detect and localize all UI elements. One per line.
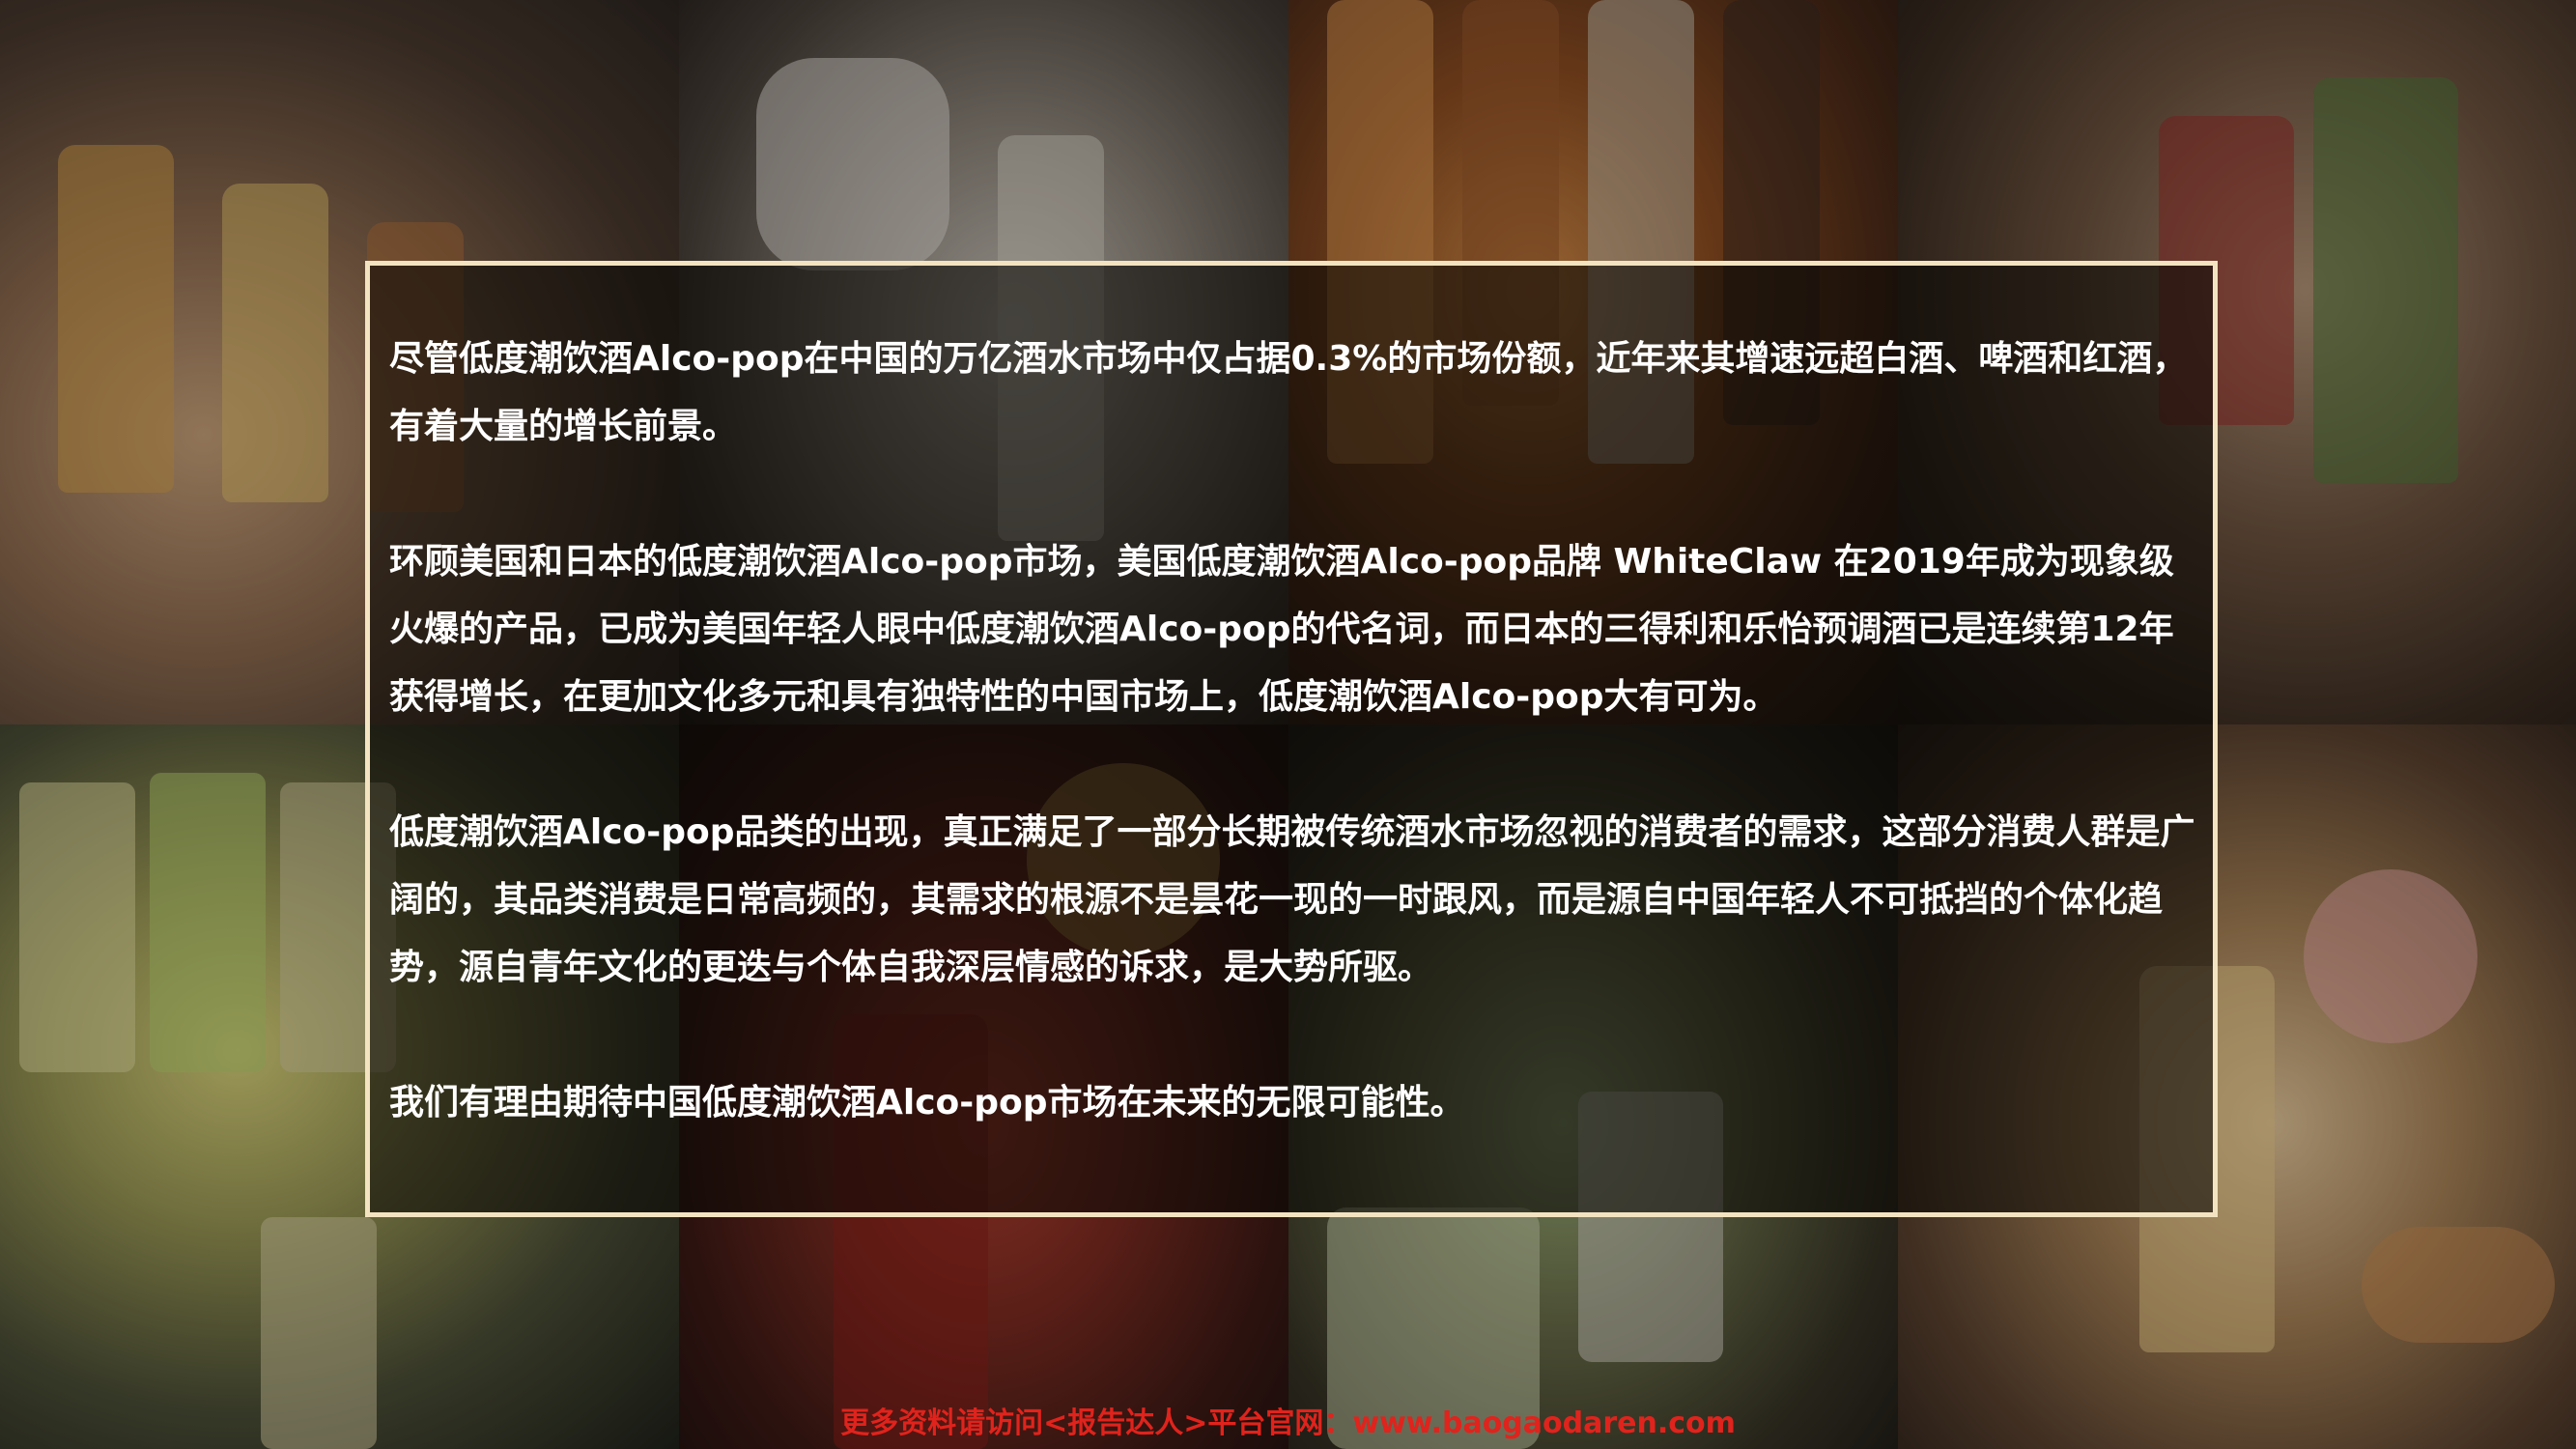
paragraph-consumer-demand: 低度潮饮酒Alco-pop品类的出现，真正满足了一部分长期被传统酒水市场忽视的消… — [389, 812, 2195, 987]
footer-source-link[interactable]: 更多资料请访问<报告达人>平台官网：www.baogaodaren.com — [0, 1405, 2576, 1443]
paragraph-outlook: 我们有理由期待中国低度潮饮酒Alco-pop市场在未来的无限可能性。 — [389, 1083, 1465, 1122]
panel-body: 尽管低度潮饮酒Alco-pop在中国的万亿酒水市场中仅占据0.3%的市场份额，近… — [389, 326, 2203, 1137]
text-panel: 尽管低度潮饮酒Alco-pop在中国的万亿酒水市场中仅占据0.3%的市场份额，近… — [365, 261, 2218, 1217]
paragraph-us-japan-market: 环顾美国和日本的低度潮饮酒Alco-pop市场，美国低度潮饮酒Alco-pop品… — [389, 542, 2174, 717]
paragraph-market-share: 尽管低度潮饮酒Alco-pop在中国的万亿酒水市场中仅占据0.3%的市场份额，近… — [389, 339, 2188, 446]
